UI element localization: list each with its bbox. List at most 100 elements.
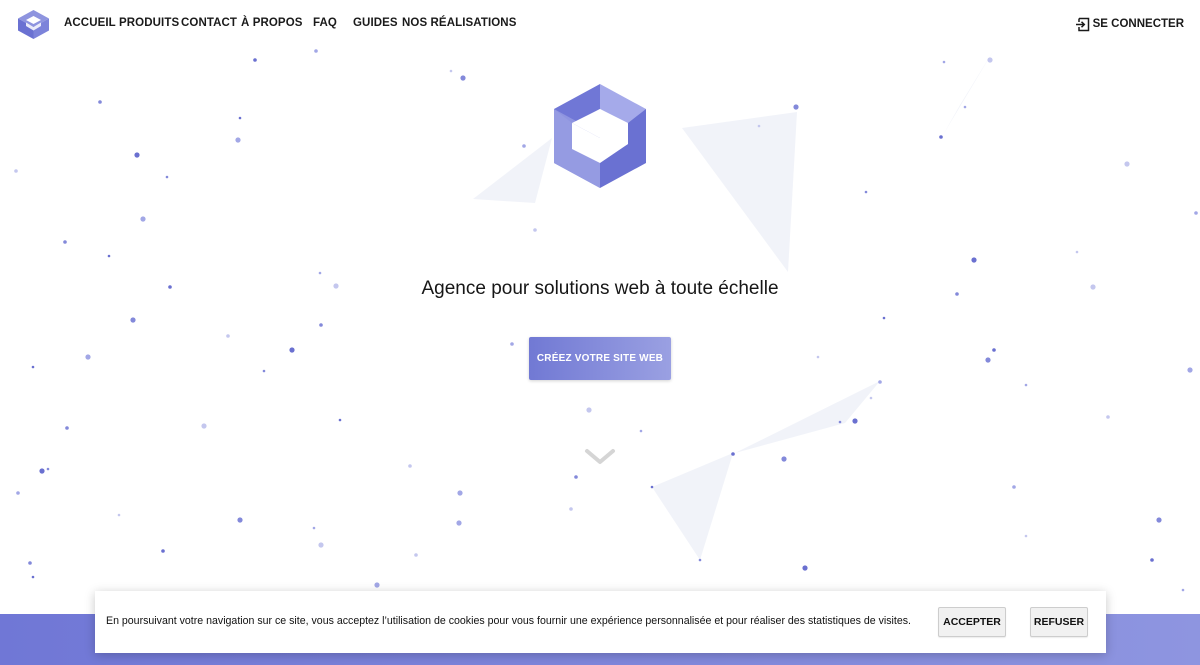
particle-dot [510, 342, 514, 346]
particle-dot [85, 354, 91, 360]
particle-dot [757, 124, 761, 128]
login-label: SE CONNECTER [1092, 18, 1184, 30]
particle-shape [943, 48, 995, 135]
particle-dot [262, 369, 266, 373]
site-header: ACCUEIL PRODUITS CONTACT À PROPOS FAQ GU… [0, 0, 1200, 48]
particle-dot [1156, 517, 1162, 523]
particle-dot [793, 104, 799, 110]
particle-dot [31, 575, 35, 579]
nav-faq[interactable]: FAQ [313, 17, 337, 29]
particle-dot [318, 542, 324, 548]
particle-dot [1024, 534, 1028, 538]
particle-dot [731, 452, 735, 456]
particle-dot [107, 254, 111, 258]
particle-dot [878, 380, 882, 384]
create-website-button[interactable]: CRÉEZ VOTRE SITE WEB [529, 337, 671, 380]
particle-dot [414, 553, 418, 557]
particle-dot [161, 549, 165, 553]
cookie-text: En poursuivant votre navigation sur ce s… [106, 615, 911, 627]
cube-logo-icon [554, 84, 646, 188]
particle-dot [816, 355, 820, 359]
particle-dot [1181, 588, 1185, 592]
particle-dot [971, 257, 977, 263]
particle-dot [39, 468, 45, 474]
particle-dot [963, 105, 967, 109]
particle-dot [987, 57, 993, 63]
particle-dot [1012, 485, 1016, 489]
hero-tagline: Agence pour solutions web à toute échell… [421, 278, 779, 299]
nav-nos-realisations[interactable]: NOS RÉALISATIONS [402, 17, 516, 29]
particle-dot [28, 561, 32, 565]
particle-dot [869, 396, 873, 400]
chevron-down-icon[interactable] [584, 447, 616, 467]
particle-dot [939, 135, 943, 139]
particle-dot [456, 520, 462, 526]
particle-dot [1124, 161, 1130, 167]
particle-dot [117, 513, 121, 517]
nav-a-propos[interactable]: À PROPOS [241, 17, 303, 29]
particle-dot [1106, 415, 1110, 419]
particle-dot [201, 423, 207, 429]
particle-dot [31, 365, 35, 369]
particle-shape [652, 453, 733, 560]
particle-dot [698, 558, 702, 562]
particle-dot [781, 456, 787, 462]
particle-dot [226, 334, 230, 338]
particle-dot [852, 418, 858, 424]
particle-dot [533, 228, 537, 232]
particle-dot [985, 357, 991, 363]
particle-dot [319, 323, 323, 327]
particle-dot [457, 490, 463, 496]
site-logo[interactable] [17, 9, 50, 40]
particle-dot [130, 317, 136, 323]
particle-dot [289, 347, 295, 353]
particle-dot [864, 190, 868, 194]
particle-dot [460, 75, 466, 81]
refuse-cookies-button[interactable]: REFUSER [1030, 607, 1088, 637]
particle-dot [1075, 250, 1079, 254]
nav-accueil[interactable]: ACCUEIL [64, 17, 116, 29]
particle-dot [338, 418, 342, 422]
particle-shape [682, 112, 797, 272]
particle-dot [408, 464, 412, 468]
particle-dot [882, 316, 886, 320]
sign-in-icon [1075, 17, 1089, 31]
particle-dot [312, 526, 316, 530]
particle-shape [735, 381, 880, 453]
particle-dot [165, 175, 169, 179]
login-button[interactable]: SE CONNECTER [1075, 16, 1184, 32]
particle-dot [639, 429, 643, 433]
particle-dot [522, 144, 526, 148]
particle-dot [98, 100, 102, 104]
particle-dot [992, 348, 996, 352]
particle-dot [1187, 367, 1193, 373]
particle-dot [449, 69, 453, 73]
particle-dot [238, 116, 242, 120]
particle-dot [46, 467, 50, 471]
particle-shape [473, 138, 552, 203]
particle-dot [1150, 558, 1154, 562]
accept-cookies-button[interactable]: ACCEPTER [938, 607, 1006, 637]
particle-dot [586, 407, 592, 413]
particle-dot [374, 582, 380, 588]
particle-dot [65, 426, 69, 430]
particle-dot [134, 152, 140, 158]
particle-dot [318, 271, 322, 275]
particle-dot [140, 216, 146, 222]
particle-dot [253, 58, 257, 62]
nav-produits[interactable]: PRODUITS [119, 17, 179, 29]
particle-dot [14, 169, 18, 173]
particle-dot [235, 137, 241, 143]
particle-dot [237, 517, 243, 523]
cookie-banner: En poursuivant votre navigation sur ce s… [95, 591, 1106, 653]
nav-guides[interactable]: GUIDES [353, 17, 398, 29]
particle-dot [1194, 211, 1198, 215]
particle-dot [314, 49, 318, 53]
particle-dot [63, 240, 67, 244]
particle-dot [569, 507, 573, 511]
nav-contact[interactable]: CONTACT [181, 17, 237, 29]
particle-dot [802, 565, 808, 571]
particle-dot [838, 420, 842, 424]
particle-dot [1024, 383, 1028, 387]
particle-dot [16, 491, 20, 495]
